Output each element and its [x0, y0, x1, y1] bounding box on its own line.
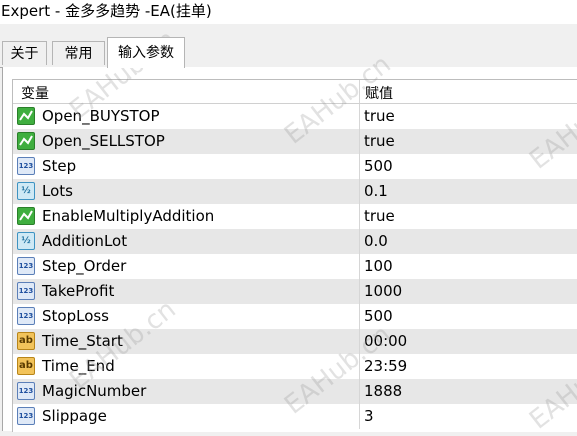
parameter-value[interactable]: 3: [364, 407, 374, 425]
tab-common[interactable]: 常用: [52, 41, 105, 65]
column-divider: [359, 379, 360, 404]
int-icon: 123: [17, 282, 35, 300]
parameter-value[interactable]: true: [364, 207, 395, 225]
parameter-value[interactable]: 500: [364, 157, 393, 175]
parameter-row[interactable]: 123 TakeProfit 1000: [13, 279, 577, 304]
column-divider: [359, 279, 360, 304]
parameter-value[interactable]: 1000: [364, 282, 402, 300]
string-icon: ab: [17, 332, 35, 350]
tab-inputs[interactable]: 输入参数: [107, 37, 185, 68]
parameter-row[interactable]: Open_SELLSTOP true: [13, 129, 577, 154]
parameters-grid: 变量 赋值 Open_BUYSTOP true Open_SELLSTOP true 1…: [12, 79, 577, 432]
double-icon: ½: [17, 232, 35, 250]
parameter-name: MagicNumber: [42, 382, 147, 400]
parameter-name: EnableMultiplyAddition: [42, 207, 215, 225]
int-icon: 123: [17, 257, 35, 275]
parameter-value[interactable]: 0.0: [364, 232, 388, 250]
parameter-row[interactable]: 123 MagicNumber 1888: [13, 379, 577, 404]
parameter-value[interactable]: true: [364, 107, 395, 125]
parameter-value[interactable]: 1888: [364, 382, 402, 400]
column-header-value[interactable]: 赋值: [365, 83, 393, 103]
column-divider: [359, 404, 360, 429]
parameter-row[interactable]: Open_BUYSTOP true: [13, 104, 577, 129]
column-divider: [359, 129, 360, 154]
parameter-name: Open_BUYSTOP: [42, 107, 160, 125]
parameter-value[interactable]: true: [364, 132, 395, 150]
grid-header: 变量 赋值: [13, 80, 577, 104]
parameter-row[interactable]: 123 StopLoss 500: [13, 304, 577, 329]
column-divider: [359, 204, 360, 229]
bool-icon: [17, 207, 35, 225]
int-icon: 123: [17, 382, 35, 400]
window-title: Expert - 金多多趋势 -EA(挂单): [0, 0, 577, 24]
column-divider: [359, 329, 360, 354]
parameter-value[interactable]: 00:00: [364, 332, 407, 350]
parameter-row[interactable]: 123 Step 500: [13, 154, 577, 179]
column-divider: [359, 354, 360, 379]
parameter-name: Open_SELLSTOP: [42, 132, 165, 150]
parameter-value[interactable]: 0.1: [364, 182, 388, 200]
int-icon: 123: [17, 157, 35, 175]
parameter-row[interactable]: EnableMultiplyAddition true: [13, 204, 577, 229]
parameter-row[interactable]: ½ Lots 0.1: [13, 179, 577, 204]
parameter-row[interactable]: ab Time_Start 00:00: [13, 329, 577, 354]
column-divider: [359, 154, 360, 179]
column-header-variable[interactable]: 变量: [21, 83, 49, 103]
column-divider: [359, 254, 360, 279]
parameter-name: Time_End: [42, 357, 115, 375]
bool-icon: [17, 132, 35, 150]
double-icon: ½: [17, 182, 35, 200]
parameter-name: Step: [42, 157, 77, 175]
parameter-name: Step_Order: [42, 257, 127, 275]
column-divider: [359, 229, 360, 254]
column-divider: [359, 104, 360, 129]
column-divider[interactable]: [359, 80, 360, 103]
string-icon: ab: [17, 357, 35, 375]
parameter-name: Slippage: [42, 407, 107, 425]
parameter-name: AdditionLot: [42, 232, 128, 250]
parameter-value[interactable]: 500: [364, 307, 393, 325]
parameter-row[interactable]: 123 Slippage 3: [13, 404, 577, 429]
int-icon: 123: [17, 407, 35, 425]
parameter-row[interactable]: ab Time_End 23:59: [13, 354, 577, 379]
parameter-name: StopLoss: [42, 307, 110, 325]
parameter-value[interactable]: 100: [364, 257, 393, 275]
column-divider: [359, 179, 360, 204]
tab-about[interactable]: 关于: [2, 41, 47, 65]
parameter-row[interactable]: 123 Step_Order 100: [13, 254, 577, 279]
column-divider: [359, 304, 360, 329]
tab-bar: 关于 常用 输入参数: [0, 37, 577, 68]
parameter-value[interactable]: 23:59: [364, 357, 407, 375]
parameter-row[interactable]: ½ AdditionLot 0.0: [13, 229, 577, 254]
parameter-name: Lots: [42, 182, 73, 200]
parameter-name: Time_Start: [42, 332, 123, 350]
bool-icon: [17, 107, 35, 125]
parameter-name: TakeProfit: [42, 282, 115, 300]
int-icon: 123: [17, 307, 35, 325]
